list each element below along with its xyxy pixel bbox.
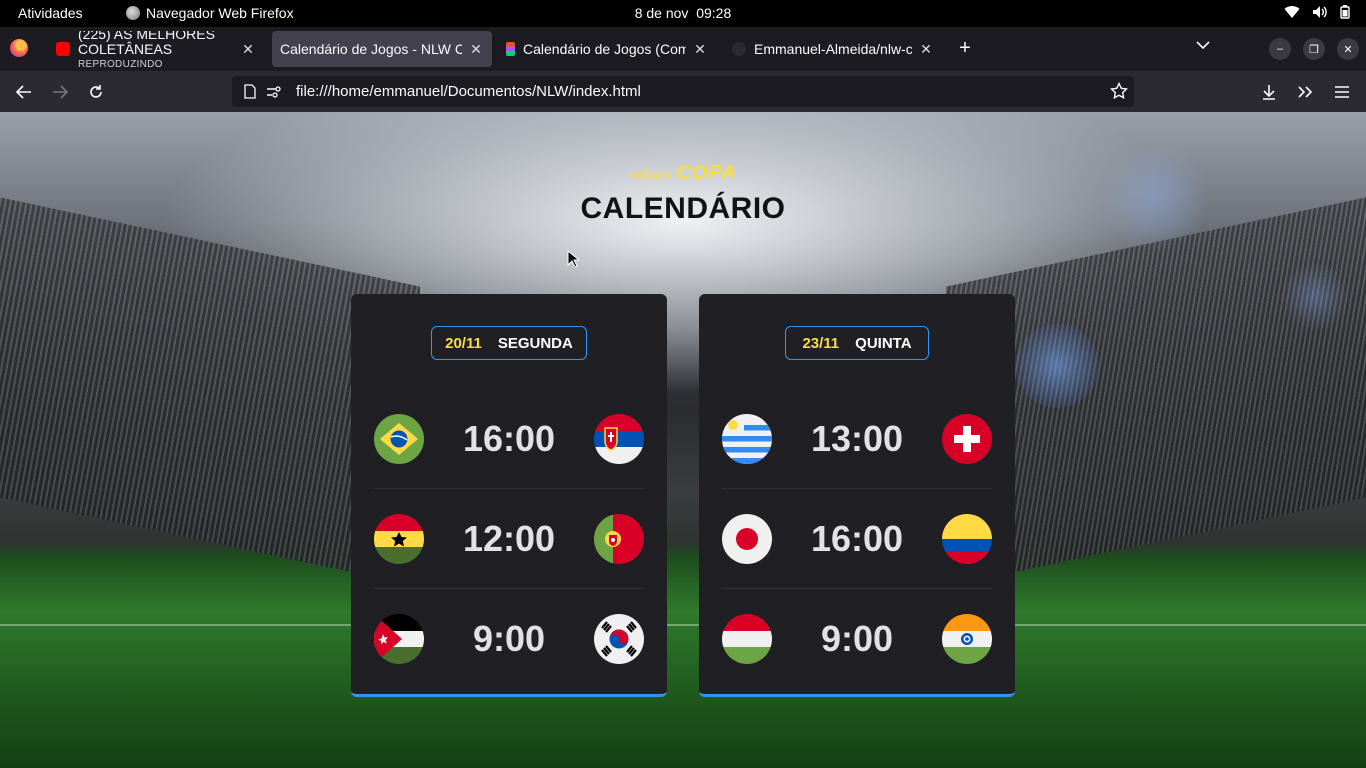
match-day-badge: 23/11 QUINTA: [785, 326, 929, 360]
match-time: 9:00: [820, 618, 894, 659]
match-row: 16:00: [374, 389, 644, 489]
logo-nlw-text: <nlw/>: [629, 168, 673, 182]
tab-strip: (225) AS MELHORES COLETÂNEAS REPRODUZIND…: [0, 27, 1366, 71]
hamburger-menu-icon[interactable]: [1332, 82, 1352, 102]
lens-flare: [1280, 262, 1350, 332]
portugal-flag-icon: [594, 513, 644, 564]
youtube-icon: [56, 42, 70, 56]
match-row: 9:00: [722, 589, 992, 689]
match-weekday: QUINTA: [855, 334, 912, 352]
minimize-button[interactable]: –: [1269, 38, 1291, 60]
forward-arrow-icon[interactable]: [50, 82, 70, 102]
close-window-button[interactable]: ✕: [1337, 38, 1359, 60]
match-time: 12:00: [462, 517, 556, 559]
japan-flag-icon: [722, 513, 772, 564]
tab-title: (225) AS MELHORES COLETÂNEAS: [78, 31, 215, 57]
match-date: 20/11: [445, 334, 482, 352]
clock-date: 8 de nov: [634, 5, 689, 21]
github-icon: [732, 42, 746, 56]
match-day-badge: 20/11 SEGUNDA: [431, 326, 587, 360]
mouse-cursor-icon: [567, 250, 579, 268]
url-text: file:///home/emmanuel/Documentos/NLW/ind…: [296, 83, 641, 100]
page-viewport: <nlw/> COPA CALENDÁRIO 20/11 SEGUNDA 16:…: [0, 112, 1366, 768]
match-time: 16:00: [810, 517, 904, 559]
match-time: 9:00: [472, 618, 546, 659]
tab-calendario-active[interactable]: Calendário de Jogos - NLW Copa ✕: [272, 31, 492, 67]
lens-flare: [1015, 324, 1099, 408]
serbia-flag-icon: [594, 413, 644, 464]
bookmark-star-icon[interactable]: [1110, 82, 1128, 100]
close-tab-icon[interactable]: ✕: [692, 41, 708, 58]
match-time: 16:00: [462, 417, 556, 459]
jordan-flag-icon: [374, 614, 424, 664]
field-line: [0, 624, 1366, 626]
tab-figma[interactable]: Calendário de Jogos (Community) ✕: [498, 31, 716, 67]
match-row: 9:00: [374, 589, 644, 689]
hungary-flag-icon: [722, 614, 772, 664]
colombia-flag-icon: [942, 513, 992, 564]
volume-icon: [1313, 6, 1327, 18]
match-card: 20/11 SEGUNDA 16:00 12:00 9:00: [351, 294, 667, 697]
battery-icon: [1340, 5, 1350, 19]
nlw-copa-logo: <nlw/> COPA: [0, 162, 1366, 185]
uruguay-flag-icon: [722, 413, 772, 464]
overflow-menu-icon[interactable]: [1295, 82, 1315, 102]
india-flag-icon: [942, 614, 992, 664]
tab-playing-label: REPRODUZINDO: [78, 58, 163, 68]
back-arrow-icon[interactable]: [14, 82, 34, 102]
address-bar[interactable]: file:///home/emmanuel/Documentos/NLW/ind…: [232, 76, 1134, 107]
system-top-bar: Atividades Navegador Web Firefox 8 de no…: [0, 0, 1366, 27]
firefox-view-icon[interactable]: [10, 39, 28, 57]
new-tab-button[interactable]: +: [954, 37, 976, 60]
permissions-icon[interactable]: [266, 84, 282, 100]
reload-icon[interactable]: [86, 82, 106, 102]
firefox-app-icon: [126, 6, 140, 20]
tab-title: Emmanuel-Almeida/nlw-copa: [754, 41, 912, 57]
downloads-icon[interactable]: [1259, 82, 1279, 102]
brazil-flag-icon: [374, 413, 424, 464]
match-card: 23/11 QUINTA 13:00 16:00 9:00: [699, 294, 1015, 697]
tab-youtube[interactable]: (225) AS MELHORES COLETÂNEAS REPRODUZIND…: [48, 31, 264, 67]
navigation-toolbar: file:///home/emmanuel/Documentos/NLW/ind…: [0, 71, 1366, 112]
tab-title: Calendário de Jogos (Community): [523, 41, 686, 57]
page-icon[interactable]: [242, 84, 258, 100]
system-tray[interactable]: [1284, 5, 1350, 19]
page-title: CALENDÁRIO: [580, 192, 786, 225]
match-row: 12:00: [374, 489, 644, 589]
chevron-down-icon[interactable]: [1196, 40, 1210, 50]
wifi-icon: [1284, 6, 1300, 19]
activities-button[interactable]: Atividades: [18, 5, 83, 21]
switzerland-flag-icon: [942, 413, 992, 464]
app-name: Navegador Web Firefox: [146, 5, 294, 21]
match-weekday: SEGUNDA: [497, 334, 573, 352]
close-tab-icon[interactable]: ✕: [918, 41, 934, 58]
south-korea-flag-icon: [594, 614, 644, 664]
match-time: 13:00: [810, 417, 904, 459]
logo-copa-text: COPA: [676, 162, 737, 184]
clock-time: 09:28: [696, 5, 732, 21]
figma-icon: [506, 42, 515, 56]
tab-github[interactable]: Emmanuel-Almeida/nlw-copa ✕: [724, 31, 942, 67]
tab-title: Calendário de Jogos - NLW Copa: [280, 41, 462, 57]
match-row: 16:00: [722, 489, 992, 589]
match-date: 23/11: [802, 334, 840, 352]
app-menu[interactable]: Navegador Web Firefox: [126, 5, 294, 21]
close-tab-icon[interactable]: ✕: [468, 41, 484, 58]
close-tab-icon[interactable]: ✕: [240, 41, 256, 58]
match-row: 13:00: [722, 389, 992, 489]
ghana-flag-icon: [374, 513, 424, 564]
maximize-button[interactable]: ❐: [1303, 38, 1325, 60]
